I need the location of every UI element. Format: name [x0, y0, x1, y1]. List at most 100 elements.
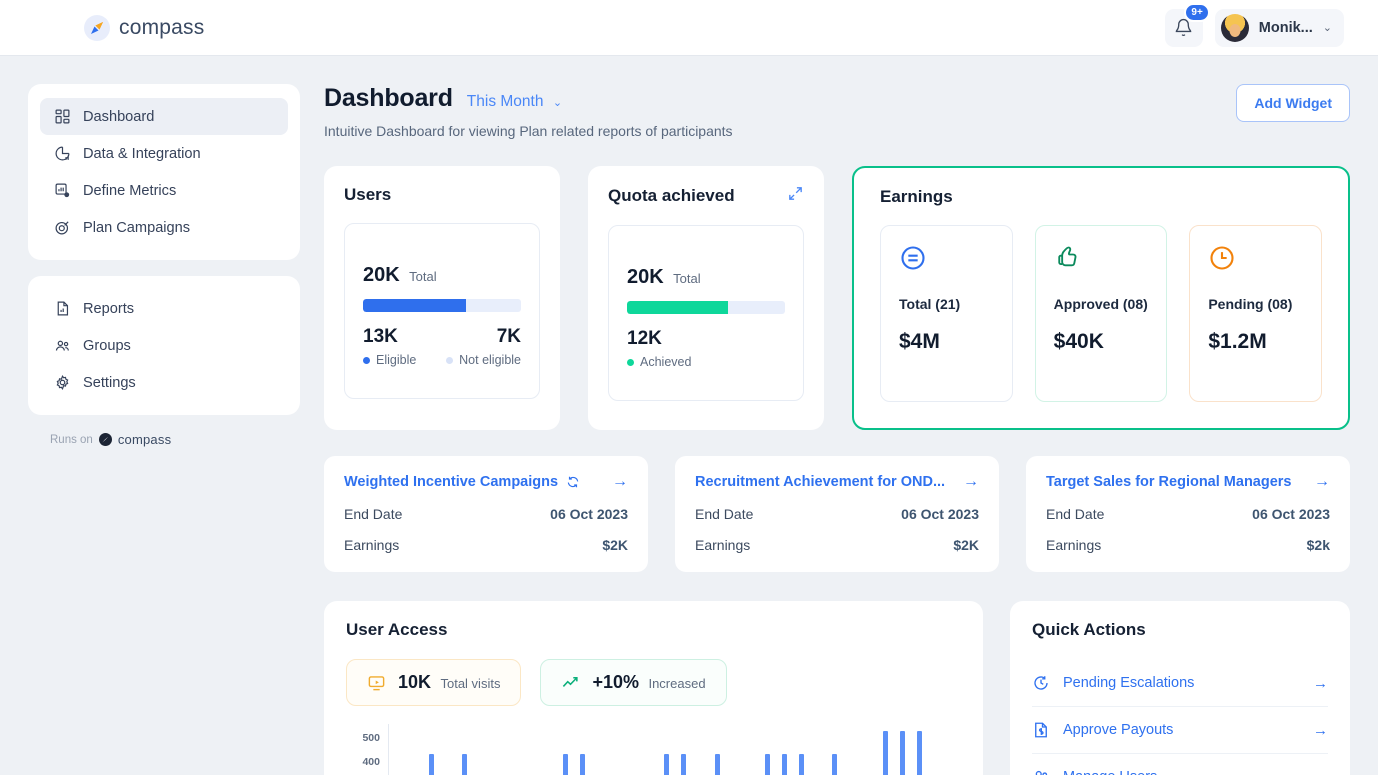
chart-bar[interactable] — [664, 753, 670, 775]
arrow-right-icon: → — [1313, 674, 1328, 692]
quota-progress-track — [627, 301, 785, 314]
earnings-item-pending[interactable]: Pending (08) $1.2M — [1189, 225, 1323, 402]
sidebar-item-label: Groups — [83, 337, 131, 354]
campaign-card[interactable]: Recruitment Achievement for OND... → End… — [675, 456, 999, 572]
user-menu[interactable]: Monik... ⌄ — [1214, 8, 1344, 47]
legend-dot — [363, 356, 370, 364]
users-card-body: 20K Total 13K Eligible 7K Not eligible — [344, 223, 540, 399]
chart-bar[interactable] — [428, 753, 434, 775]
chart-bar[interactable] — [781, 753, 787, 775]
quota-legend: 12K Achieved — [627, 328, 785, 369]
campaigns-row: Weighted Incentive Campaigns → End Date … — [324, 456, 1350, 572]
campaign-card[interactable]: Target Sales for Regional Managers → End… — [1026, 456, 1350, 572]
campaign-arrow-icon[interactable]: → — [1314, 473, 1330, 491]
quota-card-header: Quota achieved — [608, 185, 804, 207]
sidebar-item-label: Dashboard — [83, 108, 155, 125]
earnings-item-total[interactable]: Total (21) $4M — [880, 225, 1013, 402]
expand-icon[interactable] — [787, 185, 804, 207]
payout-icon — [1035, 722, 1047, 738]
sidebar-item-data-integration[interactable]: Data & Integration — [40, 135, 288, 172]
campaign-earnings-value: $2K — [953, 537, 979, 553]
earnings-item-label: Total (21) — [899, 296, 961, 312]
chart-bar-slot — [810, 724, 827, 775]
earnings-item-label: Pending (08) — [1208, 296, 1293, 312]
campaign-arrow-icon[interactable]: → — [963, 473, 979, 491]
page-header-left: Dashboard This Month ⌄ Intuitive Dashboa… — [324, 84, 733, 139]
campaign-name: Weighted Incentive Campaigns — [344, 474, 559, 490]
sidebar-item-plan-campaigns[interactable]: Plan Campaigns — [40, 209, 288, 246]
chart-bar-slot — [793, 724, 810, 775]
campaign-earnings-row: Earnings $2K — [344, 537, 628, 553]
increase-text: +10% Increased — [592, 672, 705, 693]
top-bar: compass 9+ Monik... ⌄ — [0, 0, 1378, 56]
main-content: Dashboard This Month ⌄ Intuitive Dashboa… — [324, 84, 1350, 775]
chevron-down-icon: ⌄ — [552, 97, 563, 109]
quota-total-label: Total — [673, 271, 701, 286]
brand-name: compass — [119, 15, 205, 39]
chart-bar[interactable] — [798, 753, 804, 775]
total-visits-chip[interactable]: 10K Total visits — [346, 659, 522, 706]
chart-bar[interactable] — [462, 753, 468, 775]
add-widget-button[interactable]: Add Widget — [1236, 84, 1350, 122]
quick-action-manage-users[interactable]: Manage Users → — [1032, 753, 1328, 775]
earnings-card: Earnings Total (21) $4M Approved (08) $4… — [852, 166, 1350, 430]
users-not-eligible-label: Not eligible — [459, 353, 521, 367]
period-selector[interactable]: This Month ⌄ — [467, 93, 562, 111]
chart-plot-area — [388, 724, 961, 775]
sidebar-item-settings[interactable]: Settings — [40, 364, 288, 401]
quota-card-body: 20K Total 12K Achieved — [608, 225, 804, 401]
quota-achieved-label: Achieved — [640, 355, 692, 369]
chart-bar[interactable] — [832, 753, 838, 775]
trend-up-icon — [563, 676, 579, 687]
sidebar-item-dashboard[interactable]: Dashboard — [40, 98, 288, 135]
users-total-value: 20K — [363, 264, 400, 286]
card-title: Earnings — [880, 187, 953, 206]
refresh-icon[interactable] — [566, 475, 580, 489]
thumbs-up-icon — [1057, 246, 1077, 267]
campaign-earnings-label: Earnings — [344, 537, 400, 553]
campaign-end-date-row: End Date 06 Oct 2023 — [344, 506, 628, 522]
quick-action-approve-payouts[interactable]: Approve Payouts → — [1032, 706, 1328, 753]
chart-bar[interactable] — [899, 731, 905, 775]
campaign-arrow-icon[interactable]: → — [612, 473, 628, 491]
total-visits-label: Total visits — [440, 676, 501, 691]
runs-on-footer: Runs on compass — [50, 432, 300, 447]
notifications-button[interactable]: 9+ — [1164, 2, 1210, 47]
users-legend-eligible: 13K Eligible — [363, 326, 442, 367]
period-label: This Month — [466, 93, 544, 110]
brand-logo[interactable]: compass — [84, 14, 205, 41]
campaign-card[interactable]: Weighted Incentive Campaigns → End Date … — [324, 456, 648, 572]
sidebar-item-label: Define Metrics — [83, 182, 177, 199]
campaign-header: Target Sales for Regional Managers → — [1046, 473, 1330, 491]
earnings-item-label: Approved (08) — [1053, 296, 1148, 312]
earnings-item-value: $4M — [899, 330, 940, 353]
chart-bar[interactable] — [680, 753, 686, 775]
chart-bar[interactable] — [765, 753, 771, 775]
sidebar-item-reports[interactable]: Reports — [40, 290, 288, 327]
campaign-end-date-value: 06 Oct 2023 — [1252, 506, 1330, 522]
chart-bar-slot — [894, 724, 911, 775]
chart-bar[interactable] — [580, 753, 586, 775]
visits-icon — [368, 676, 385, 691]
sidebar-item-label: Reports — [83, 300, 135, 317]
card-title: Quick Actions — [1032, 620, 1146, 639]
chart-bar-slot — [944, 724, 961, 775]
page-title: Dashboard — [324, 84, 453, 112]
chart-bar[interactable] — [563, 753, 569, 775]
bottom-row: User Access 10K Total visits +10% Increa… — [324, 601, 1350, 775]
sidebar-item-define-metrics[interactable]: Define Metrics — [40, 172, 288, 209]
chart-bar-slot — [574, 724, 591, 775]
sidebar-item-groups[interactable]: Groups — [40, 327, 288, 364]
quick-action-pending-escalations[interactable]: Pending Escalations → — [1032, 660, 1328, 706]
chart-bar[interactable] — [916, 731, 922, 775]
users-legend: 13K Eligible 7K Not eligible — [363, 326, 521, 367]
chart-bar[interactable] — [882, 731, 888, 775]
earnings-item-approved[interactable]: Approved (08) $40K — [1034, 225, 1168, 402]
users-legend-not-eligible: 7K Not eligible — [442, 326, 521, 367]
chart-bar[interactable] — [714, 753, 720, 775]
quick-action-label: Pending Escalations — [1063, 675, 1195, 691]
card-title: Users — [344, 185, 392, 204]
increase-chip[interactable]: +10% Increased — [540, 659, 727, 706]
chart-bar-slot — [473, 724, 490, 775]
manage-users-icon — [1035, 770, 1048, 775]
